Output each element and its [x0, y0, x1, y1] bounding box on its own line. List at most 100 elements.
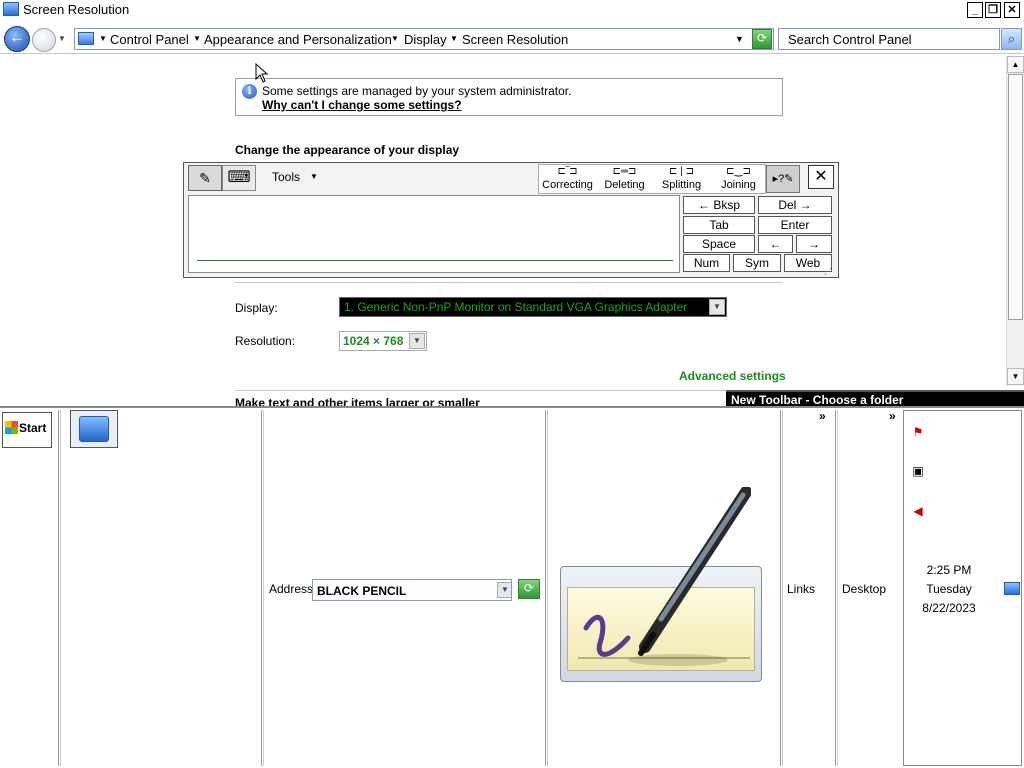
resolution-select[interactable]: 1024 × 768 ▼	[339, 331, 427, 351]
mouse-cursor-icon	[255, 63, 269, 83]
navigation-bar: ← ▼ ▼ Control Panel ▼ Appearance and Per…	[0, 22, 1024, 54]
splitting-gesture[interactable]: ⊏ | ⊐ Splitting	[653, 165, 710, 195]
joining-icon: ⊏‿⊐	[726, 166, 751, 177]
resolution-select-value: 1024 × 768	[343, 334, 404, 348]
resolution-dropdown-icon[interactable]: ▼	[409, 333, 425, 349]
vertical-scrollbar[interactable]: ▲ ▼	[1006, 56, 1024, 386]
display-dropdown-icon[interactable]: ▼	[709, 299, 725, 315]
enter-key[interactable]: Enter	[758, 216, 832, 234]
correcting-gesture[interactable]: ⊏‾⊐ Correcting	[539, 165, 596, 195]
breadcrumb-appearance[interactable]: Appearance and Personalization	[204, 32, 392, 47]
taskbar-divider[interactable]	[545, 410, 548, 766]
links-toolbar-label[interactable]: Links	[787, 582, 815, 596]
windows-logo-icon	[5, 421, 18, 434]
action-center-error-icon[interactable]: ⚑	[910, 424, 926, 440]
pen-icon	[638, 487, 751, 656]
space-key[interactable]: Space	[683, 235, 755, 253]
close-icon[interactable]: ✕	[808, 165, 834, 189]
joining-gesture[interactable]: ⊏‿⊐ Joining	[710, 165, 767, 195]
taskbar-divider[interactable]	[58, 410, 61, 766]
correcting-label: Correcting	[542, 179, 593, 191]
display-select[interactable]: 1. Generic Non-PnP Monitor on Standard V…	[339, 297, 727, 317]
writing-area[interactable]	[188, 195, 680, 273]
sym-key[interactable]: Sym	[733, 254, 781, 272]
backspace-key[interactable]: ← Bksp	[683, 196, 755, 214]
divider	[235, 390, 783, 391]
tablet-input-panel-icon[interactable]	[560, 487, 762, 682]
start-button[interactable]: Start	[2, 412, 52, 448]
address-dropdown-icon[interactable]: ▼	[735, 34, 744, 44]
control-panel-icon	[78, 32, 94, 45]
text-size-link[interactable]: Make text and other items larger or smal…	[235, 396, 480, 406]
clock-day[interactable]: Tuesday	[904, 582, 994, 596]
clock-time[interactable]: 2:25 PM	[904, 563, 994, 577]
splitting-label: Splitting	[661, 179, 702, 191]
refresh-icon[interactable]: ⟳	[752, 29, 772, 49]
restore-button[interactable]: ❐	[985, 2, 1001, 18]
tab-key[interactable]: Tab	[683, 216, 755, 234]
network-icon[interactable]: ▣	[910, 463, 926, 479]
control-panel-taskbar-button[interactable]	[70, 410, 118, 448]
minimize-button[interactable]: _	[967, 2, 983, 18]
num-key[interactable]: Num	[683, 254, 730, 272]
breadcrumb-screen-resolution[interactable]: Screen Resolution	[462, 32, 568, 47]
keyboard-icon[interactable]: ⌨	[222, 165, 256, 191]
scroll-thumb[interactable]	[1008, 74, 1023, 320]
scroll-up-arrow-icon[interactable]: ▲	[1007, 56, 1024, 73]
address-toolbar-input[interactable]: BLACK PENCIL ▼	[312, 579, 512, 601]
desktop-toolbar-label[interactable]: Desktop	[842, 582, 886, 596]
taskbar: Start Address BLACK PENCIL ▼ ⟳ » Links »…	[0, 406, 1024, 768]
correcting-icon: ⊏‾⊐	[557, 166, 578, 177]
tablet-input-panel: ✎ ⌨ Tools ▼ ⊏‾⊐ Correcting ⊏═⊐ Deleting …	[183, 162, 839, 278]
back-button[interactable]: ←	[4, 26, 30, 52]
scroll-down-arrow-icon[interactable]: ▼	[1007, 368, 1024, 385]
help-icon[interactable]: ▸?✎	[766, 165, 800, 193]
page-heading: Change the appearance of your display	[235, 143, 460, 157]
display-select-value: 1. Generic Non-PnP Monitor on Standard V…	[344, 300, 688, 314]
taskbar-divider[interactable]	[835, 410, 838, 766]
right-arrow-key[interactable]: →	[796, 235, 832, 253]
clock-date[interactable]: 8/22/2023	[904, 601, 994, 615]
recent-pages-dropdown-icon[interactable]: ▼	[58, 34, 66, 43]
search-icon[interactable]: ⌕	[1001, 28, 1022, 50]
address-bar[interactable]: ▼ Control Panel ▼ Appearance and Persona…	[74, 28, 774, 50]
taskbar-divider[interactable]	[780, 410, 783, 766]
close-window-button[interactable]: ✕	[1004, 2, 1020, 18]
desktop-chevron-icon[interactable]: »	[889, 409, 896, 423]
links-chevron-icon[interactable]: »	[819, 409, 826, 423]
breadcrumb-control-panel[interactable]: Control Panel	[110, 32, 189, 47]
go-icon[interactable]: ⟳	[518, 579, 540, 599]
forward-button[interactable]	[32, 28, 56, 52]
breadcrumb-separator-icon[interactable]: ▼	[193, 34, 201, 43]
tools-menu[interactable]: Tools	[272, 170, 300, 184]
screen-resolution-icon	[3, 2, 19, 16]
search-input[interactable]: Search Control Panel	[778, 28, 1000, 50]
deleting-label: Deleting	[604, 179, 645, 191]
why-cant-change-link[interactable]: Why can't I change some settings?	[262, 98, 462, 112]
writing-baseline	[197, 260, 673, 261]
title-bar: Screen Resolution _ ❐ ✕	[0, 0, 1024, 20]
advanced-settings-link[interactable]: Advanced settings	[679, 369, 786, 383]
breadcrumb-separator-icon[interactable]: ▼	[99, 34, 107, 43]
gesture-help-strip: ⊏‾⊐ Correcting ⊏═⊐ Deleting ⊏ | ⊐ Splitt…	[538, 164, 766, 194]
show-desktop-icon[interactable]	[1004, 582, 1020, 595]
joining-label: Joining	[721, 179, 756, 191]
admin-info-box: i Some settings are managed by your syst…	[235, 78, 783, 116]
breadcrumb-display[interactable]: Display	[404, 32, 447, 47]
breadcrumb-separator-icon[interactable]: ▼	[450, 34, 458, 43]
writing-pad-icon[interactable]: ✎	[188, 165, 222, 191]
delete-key[interactable]: Del →	[758, 196, 832, 214]
volume-muted-icon[interactable]: ◀	[910, 503, 926, 519]
address-toolbar-dropdown-icon[interactable]: ▼	[497, 582, 511, 598]
resize-grip-icon[interactable]: ⋰	[824, 267, 832, 276]
taskbar-divider[interactable]	[261, 410, 264, 766]
breadcrumb-separator-icon[interactable]: ▼	[391, 34, 399, 43]
deleting-gesture[interactable]: ⊏═⊐ Deleting	[596, 165, 653, 195]
notification-area: ⚑ ▣ ◀ 2:25 PM Tuesday 8/22/2023	[903, 410, 1022, 766]
control-panel-icon	[79, 416, 109, 442]
new-toolbar-dialog-title: New Toolbar - Choose a folder	[726, 390, 1024, 407]
info-icon: i	[242, 84, 257, 99]
tools-dropdown-icon[interactable]: ▼	[310, 172, 318, 181]
left-arrow-key[interactable]: ←	[758, 235, 793, 253]
deleting-icon: ⊏═⊐	[612, 166, 637, 177]
